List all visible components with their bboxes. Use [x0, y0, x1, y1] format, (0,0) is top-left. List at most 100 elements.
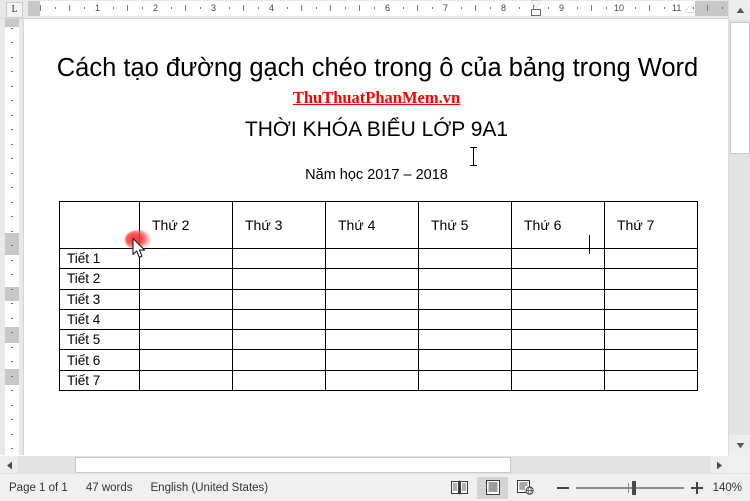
table-cell[interactable] — [325, 268, 419, 290]
table-cell[interactable] — [139, 288, 233, 310]
table-cell[interactable] — [232, 369, 326, 392]
header-cell-sat[interactable]: Thứ 7 — [604, 201, 698, 249]
table-cell[interactable] — [232, 308, 326, 331]
table-cell[interactable] — [604, 329, 698, 351]
zoom-out-button[interactable] — [556, 481, 570, 495]
table-row[interactable]: Tiết 3 — [59, 288, 698, 310]
table-cell[interactable] — [139, 329, 233, 351]
table-cell[interactable] — [511, 247, 605, 270]
table-cell[interactable] — [418, 288, 512, 310]
scroll-left-button[interactable] — [0, 456, 18, 474]
right-indent-marker[interactable] — [684, 6, 695, 12]
table-cell[interactable] — [604, 247, 698, 270]
table-row[interactable]: Tiết 1 — [59, 247, 698, 270]
table-cell[interactable] — [139, 369, 233, 392]
table-row[interactable]: Tiết 4 — [59, 308, 698, 331]
table-cell[interactable] — [418, 268, 512, 290]
table-row[interactable]: Tiết 2 — [59, 268, 698, 290]
table-cell[interactable] — [139, 247, 233, 270]
period-label[interactable]: Tiết 3 — [59, 288, 140, 310]
vertical-scrollbar[interactable] — [728, 0, 750, 455]
vertical-ruler-track[interactable] — [5, 19, 19, 455]
table-cell[interactable] — [511, 268, 605, 290]
table-cell[interactable] — [604, 268, 698, 290]
period-label[interactable]: Tiết 6 — [59, 349, 140, 371]
table-row[interactable]: Tiết 6 — [59, 349, 698, 371]
tab-stop-selector[interactable]: L — [6, 2, 23, 18]
schedule-table-wrapper[interactable]: Thứ 2 Thứ 3 Thứ 4 Thứ 5 Thứ 6 Thứ 7 Tiết… — [59, 201, 698, 392]
horizontal-ruler[interactable]: L 1 2 3 4 6 7 8 9 10 11 — [0, 0, 750, 19]
document-canvas[interactable]: Cách tạo đường gạch chéo trong ô của bản… — [24, 19, 728, 455]
zoom-slider[interactable] — [576, 480, 684, 495]
header-cell-tue[interactable]: Thứ 3 — [232, 201, 326, 249]
scroll-up-button[interactable] — [729, 0, 750, 20]
table-cell[interactable] — [511, 369, 605, 392]
table-cell[interactable] — [232, 329, 326, 351]
table-cell[interactable] — [139, 349, 233, 371]
zoom-control[interactable] — [542, 480, 712, 495]
horizontal-ruler-track[interactable]: 1 2 3 4 6 7 8 9 10 11 — [28, 0, 728, 18]
header-cell-wed[interactable]: Thứ 4 — [325, 201, 419, 249]
table-cell[interactable] — [604, 369, 698, 392]
table-cell[interactable] — [511, 349, 605, 371]
horizontal-scrollbar-thumb[interactable] — [75, 457, 511, 473]
word-count[interactable]: 47 words — [77, 474, 142, 501]
vertical-scrollbar-thumb[interactable] — [730, 22, 750, 154]
period-label[interactable]: Tiết 2 — [59, 268, 140, 290]
watermark-link[interactable]: ThuThuatPhanMem.vn — [37, 88, 716, 108]
table-cell[interactable] — [418, 247, 512, 270]
table-cell[interactable] — [511, 329, 605, 351]
table-cell[interactable] — [325, 369, 419, 392]
table-cell[interactable] — [232, 349, 326, 371]
table-cell[interactable] — [232, 247, 326, 270]
table-cell[interactable] — [139, 308, 233, 331]
vertical-ruler[interactable] — [0, 19, 24, 455]
table-header-row[interactable]: Thứ 2 Thứ 3 Thứ 4 Thứ 5 Thứ 6 Thứ 7 — [59, 201, 698, 249]
document-page[interactable]: Cách tạo đường gạch chéo trong ô của bản… — [37, 19, 728, 455]
table-cell[interactable] — [604, 288, 698, 310]
table-cell[interactable] — [139, 268, 233, 290]
table-cell[interactable] — [325, 247, 419, 270]
zoom-in-button[interactable] — [690, 481, 704, 495]
header-cell-mon[interactable]: Thứ 2 — [139, 201, 233, 249]
chevron-down-icon — [736, 442, 744, 448]
scroll-down-button[interactable] — [729, 435, 750, 455]
schedule-table[interactable]: Thứ 2 Thứ 3 Thứ 4 Thứ 5 Thứ 6 Thứ 7 Tiết… — [59, 201, 698, 392]
table-cell[interactable] — [325, 349, 419, 371]
table-cell[interactable] — [511, 308, 605, 331]
ruler-number: 4 — [269, 3, 275, 13]
table-cell[interactable] — [418, 369, 512, 392]
table-row[interactable]: Tiết 7 — [59, 369, 698, 392]
first-line-indent-marker[interactable] — [530, 1, 541, 7]
table-cell[interactable] — [418, 308, 512, 331]
scroll-right-button[interactable] — [710, 456, 728, 474]
period-label[interactable]: Tiết 4 — [59, 308, 140, 331]
page-indicator[interactable]: Page 1 of 1 — [0, 474, 77, 501]
table-cell[interactable] — [325, 329, 419, 351]
table-cell[interactable] — [232, 288, 326, 310]
view-mode-web-layout[interactable] — [510, 477, 541, 499]
ruler-quarter-tick — [518, 7, 520, 9]
period-label[interactable]: Tiết 5 — [59, 329, 140, 351]
table-cell[interactable] — [418, 349, 512, 371]
zoom-slider-thumb[interactable] — [632, 480, 636, 495]
table-cell[interactable] — [325, 308, 419, 331]
language-indicator[interactable]: English (United States) — [142, 474, 278, 501]
header-cell-fri[interactable]: Thứ 6 — [511, 201, 605, 249]
zoom-percentage[interactable]: 140% — [712, 482, 750, 494]
header-cell-thu[interactable]: Thứ 5 — [418, 201, 512, 249]
table-cell[interactable] — [325, 288, 419, 310]
table-cell[interactable] — [511, 288, 605, 310]
vruler-quarter-tick — [11, 216, 13, 218]
view-mode-print-layout[interactable] — [477, 476, 508, 499]
horizontal-scrollbar[interactable] — [0, 455, 728, 474]
table-row[interactable]: Tiết 5 — [59, 329, 698, 351]
period-label[interactable]: Tiết 7 — [59, 369, 140, 392]
left-indent-marker[interactable] — [530, 9, 541, 16]
period-label[interactable]: Tiết 1 — [59, 247, 140, 270]
table-cell[interactable] — [232, 268, 326, 290]
table-cell[interactable] — [418, 329, 512, 351]
view-mode-read[interactable] — [444, 477, 475, 499]
table-cell[interactable] — [604, 349, 698, 371]
table-cell[interactable] — [604, 308, 698, 331]
